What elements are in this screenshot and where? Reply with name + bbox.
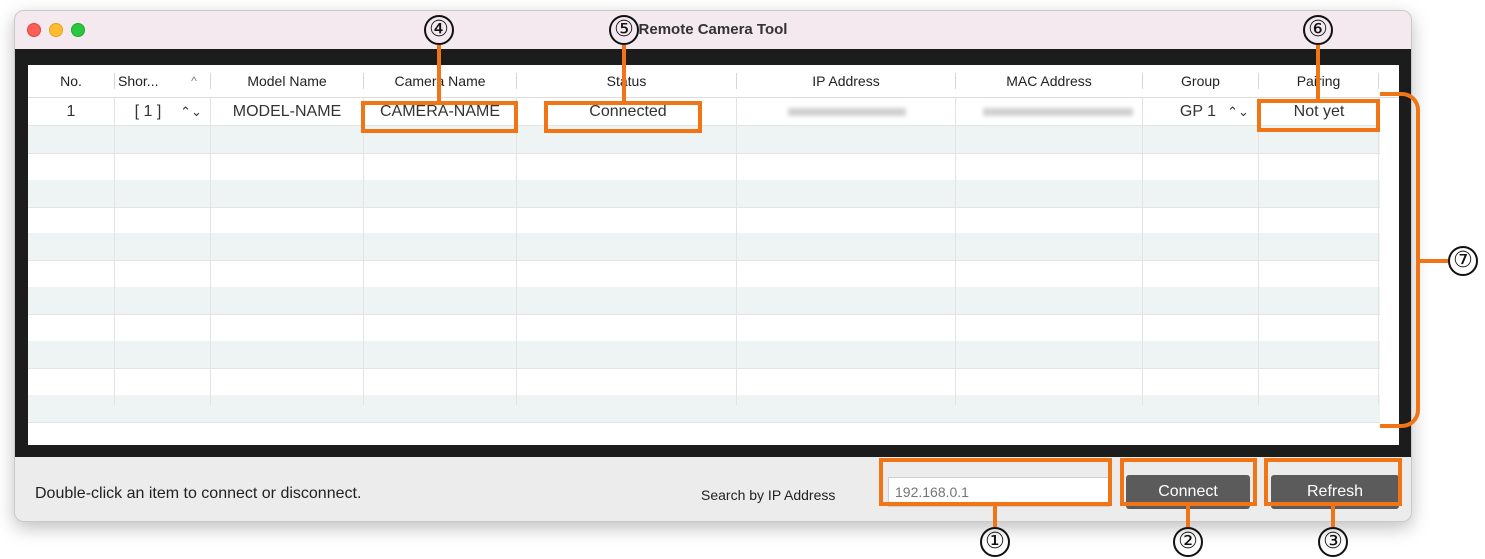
table-row [28,314,1380,342]
callout-number-2: ② [1173,527,1203,557]
cell-model-name: MODEL-NAME [232,103,342,120]
cell-group[interactable]: GP 1 [1168,98,1228,125]
column-separator [114,73,115,89]
callout-leader-line [437,45,441,102]
callout-number-3: ③ [1318,527,1348,557]
window-title: Remote Camera Tool [638,21,788,38]
table-row [28,233,1380,261]
column-separator [1378,73,1379,89]
cell-shortcut: [ 1 ] [134,103,162,120]
callout-pairing-box [1257,99,1380,132]
callout-connect-box [1120,458,1257,506]
column-divider [114,97,115,405]
app-window: Remote Camera Tool No. Shor... ^ Model N… [14,10,1412,522]
search-label: Search by IP Address [701,487,836,503]
callout-leader-line [622,45,626,102]
callout-search-box [879,458,1112,506]
column-divider [516,97,517,405]
callout-number-7: ⑦ [1448,246,1478,276]
ip-address-redacted [788,108,906,116]
callout-number-4: ④ [424,15,454,45]
callout-number-5: ⑤ [609,15,639,45]
table-row [28,341,1380,369]
callout-leader-line [1186,505,1190,527]
sort-ascending-icon: ^ [191,74,197,88]
column-header-group[interactable]: Group [1143,65,1258,97]
table-frame: No. Shor... ^ Model Name Camera Name Sta… [15,49,1411,457]
table-row [28,180,1380,208]
callout-refresh-box [1264,458,1402,506]
group-stepper-icon[interactable]: ⌃⌄ [1226,98,1250,125]
callout-number-1: ① [980,527,1010,557]
table-row [28,206,1380,234]
column-header-model-name[interactable]: Model Name [211,65,363,97]
column-header-ip-address[interactable]: IP Address [737,65,955,97]
callout-number-6: ⑥ [1303,15,1333,45]
callout-status-box [544,101,702,133]
column-header-no[interactable]: No. [28,65,114,97]
hint-text: Double-click an item to connect or disco… [35,485,362,502]
column-divider [736,97,737,405]
callout-leader-line [1418,259,1448,263]
table-row [28,126,1380,154]
column-divider [955,97,956,405]
callout-leader-line [993,505,997,527]
title-bar: Remote Camera Tool [15,11,1411,49]
callout-rows-bracket [1380,92,1420,428]
table-header: No. Shor... ^ Model Name Camera Name Sta… [28,65,1399,98]
shortcut-stepper-icon[interactable]: ⌃⌄ [178,98,204,125]
column-header-shortcut[interactable]: Shor... [118,65,178,97]
table-row [28,368,1380,396]
table-row [28,154,1380,182]
column-divider [1378,97,1379,405]
callout-leader-line [1331,505,1335,527]
column-divider [1142,97,1143,405]
cell-no: 1 [66,103,76,120]
column-divider [363,97,364,405]
column-header-status[interactable]: Status [517,65,736,97]
table-row[interactable]: 1 [ 1 ] ⌃⌄ MODEL-NAME CAMERA-NAME Connec… [28,98,1380,126]
callout-camera-name-box [361,101,518,133]
table-row [28,395,1380,423]
camera-table[interactable]: No. Shor... ^ Model Name Camera Name Sta… [28,65,1399,445]
column-header-mac-address[interactable]: MAC Address [956,65,1142,97]
table-row [28,260,1380,288]
table-row [28,287,1380,315]
column-divider [210,97,211,405]
mac-address-redacted [983,108,1133,116]
column-divider [1258,97,1259,405]
callout-leader-line [1316,45,1320,100]
